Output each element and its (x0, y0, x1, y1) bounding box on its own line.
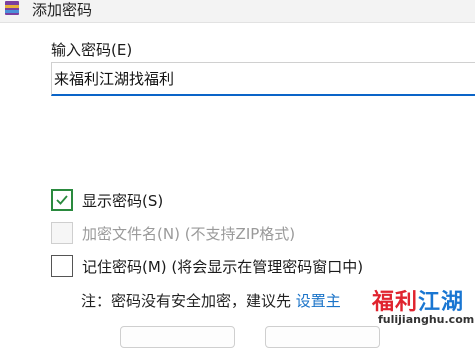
button-row (120, 326, 380, 348)
watermark-title-part1: 福利 (372, 290, 419, 315)
show-password-label: 显示密码(S) (82, 191, 164, 210)
watermark-title: 福利江湖 (372, 284, 464, 316)
note-text: 注：密码没有安全加密，建议先 (81, 292, 296, 310)
ok-button[interactable] (120, 326, 235, 348)
security-note: 注：密码没有安全加密，建议先 设置主 (81, 290, 341, 311)
encrypt-filenames-checkbox (51, 222, 73, 244)
show-password-checkbox[interactable] (51, 189, 73, 211)
remember-password-checkbox[interactable] (51, 255, 73, 277)
watermark: 福利江湖 fulijianghu.com (372, 284, 475, 334)
set-master-link[interactable]: 设置主 (296, 292, 341, 310)
cancel-button[interactable] (265, 326, 380, 348)
show-password-option[interactable]: 显示密码(S) (51, 188, 163, 212)
title-bar: 添加密码 (0, 0, 475, 23)
encrypt-filenames-label: 加密文件名(N) (不支持ZIP格式) (82, 224, 296, 243)
watermark-url: fulijianghu.com (378, 313, 475, 326)
remember-password-label: 记住密码(M) (将会显示在管理密码窗口中) (82, 257, 364, 276)
watermark-title-part2: 江湖 (418, 290, 465, 315)
password-input[interactable] (51, 62, 475, 96)
password-label: 输入密码(E) (51, 41, 133, 59)
winrar-icon (5, 1, 19, 15)
checkmark-icon (56, 195, 68, 205)
encrypt-filenames-option: 加密文件名(N) (不支持ZIP格式) (51, 221, 295, 245)
window-title: 添加密码 (32, 1, 93, 19)
remember-password-option[interactable]: 记住密码(M) (将会显示在管理密码窗口中) (51, 254, 363, 278)
